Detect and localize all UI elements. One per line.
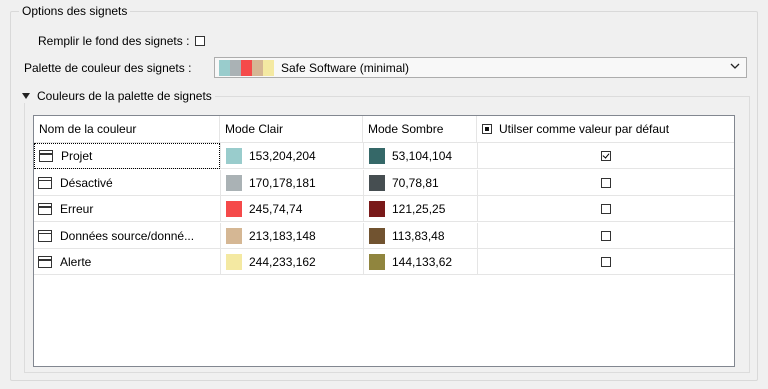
palette-colors-title: Couleurs de la palette de signets (37, 89, 212, 103)
dark-color-value: 121,25,25 (392, 202, 446, 216)
palette-swatch (252, 59, 263, 76)
bookmark-icon (39, 150, 53, 162)
palette-dropdown[interactable]: Safe Software (minimal) (214, 57, 747, 78)
light-color-cell[interactable]: 245,74,74 (220, 196, 363, 222)
default-cell (477, 249, 734, 275)
table-row[interactable]: Données source/donné... 213,183,148 113,83… (34, 222, 734, 249)
bookmark-icon (38, 203, 52, 215)
dark-color-cell[interactable]: 144,133,62 (363, 249, 477, 275)
dark-color-swatch (369, 148, 385, 164)
light-color-cell[interactable]: 153,204,204 (220, 143, 363, 169)
light-color-cell[interactable]: 244,233,162 (220, 249, 363, 275)
light-color-swatch (226, 174, 242, 191)
color-name: Alerte (60, 255, 92, 269)
default-cell (477, 196, 734, 222)
color-name-cell[interactable]: Erreur (34, 196, 220, 222)
light-color-swatch (226, 227, 242, 244)
color-name: Désactivé (60, 175, 113, 190)
color-name: Erreur (60, 202, 94, 216)
dark-color-cell[interactable]: 53,104,104 (363, 143, 477, 169)
light-color-cell[interactable]: 213,183,148 (220, 222, 363, 249)
dark-color-value: 53,104,104 (392, 149, 453, 163)
palette-selected-value: Safe Software (minimal) (281, 60, 410, 75)
color-name-cell[interactable]: Alerte (34, 249, 220, 275)
table-row[interactable]: Erreur 245,74,74 121,25,25 (34, 196, 734, 222)
bookmark-icon (38, 229, 52, 242)
group-title: Options des signets (19, 4, 131, 18)
light-color-cell[interactable]: 170,178,181 (220, 169, 363, 196)
color-name-cell[interactable]: Données source/donné... (34, 223, 220, 249)
table-row[interactable]: Désactivé 170,178,181 70,78,81 (34, 169, 734, 196)
color-name: Projet (61, 149, 93, 163)
column-header-name[interactable]: Nom de la couleur (34, 116, 220, 143)
light-color-swatch (226, 201, 242, 217)
default-checkbox[interactable] (601, 230, 611, 241)
dark-color-cell[interactable]: 70,78,81 (363, 169, 477, 196)
light-color-value: 213,183,148 (249, 228, 316, 243)
default-cell (477, 169, 734, 196)
palette-swatch (241, 59, 252, 76)
default-cell (477, 143, 734, 169)
column-header-light[interactable]: Mode Clair (220, 116, 363, 143)
palette-color-table: Nom de la couleur Mode Clair Mode Sombre… (33, 115, 735, 367)
default-checkbox[interactable] (601, 257, 611, 267)
bookmark-icon (38, 256, 52, 268)
palette-swatch (263, 59, 274, 76)
color-name-cell[interactable]: Désactivé (34, 170, 220, 196)
light-color-value: 170,178,181 (249, 175, 316, 190)
chevron-down-icon[interactable] (730, 61, 740, 71)
table-header: Nom de la couleur Mode Clair Mode Sombre… (34, 116, 734, 143)
dark-color-swatch (369, 254, 385, 270)
table-row[interactable]: Projet 153,204,204 53,104,104 (34, 143, 734, 169)
dark-color-cell[interactable]: 113,83,48 (363, 222, 477, 249)
dark-color-swatch (369, 201, 385, 217)
light-color-value: 244,233,162 (249, 255, 316, 269)
light-color-value: 245,74,74 (249, 202, 303, 216)
default-indicator-icon (482, 124, 492, 134)
expand-triangle-icon[interactable] (22, 93, 30, 99)
default-checkbox[interactable] (601, 177, 611, 188)
table-row[interactable]: Alerte 244,233,162 144,133,62 (34, 249, 734, 275)
column-header-dark[interactable]: Mode Sombre (363, 116, 477, 143)
palette-swatch (219, 59, 230, 76)
fill-background-checkbox[interactable] (195, 36, 206, 46)
palette-label: Palette de couleur des signets : (24, 61, 192, 75)
dark-color-swatch (369, 227, 385, 244)
bookmark-icon (38, 176, 52, 189)
default-cell (477, 222, 734, 249)
dark-color-value: 70,78,81 (392, 175, 439, 190)
palette-swatch (230, 59, 241, 76)
color-name-cell[interactable]: Projet (34, 143, 220, 169)
palette-colors-expander[interactable]: Couleurs de la palette de signets (22, 89, 215, 103)
dark-color-value: 144,133,62 (392, 255, 453, 269)
color-name: Données source/donné... (60, 228, 195, 243)
dark-color-value: 113,83,48 (392, 228, 445, 243)
light-color-value: 153,204,204 (249, 149, 316, 163)
default-checkbox[interactable] (601, 204, 611, 214)
column-header-default[interactable]: Utilser comme valeur par défaut (477, 116, 734, 143)
fill-background-row: Remplir le fond des signets : (38, 34, 206, 48)
dark-color-cell[interactable]: 121,25,25 (363, 196, 477, 222)
light-color-swatch (226, 148, 242, 164)
palette-swatch-strip (219, 59, 274, 76)
fill-background-label: Remplir le fond des signets : (38, 34, 190, 48)
light-color-swatch (226, 254, 242, 270)
default-checkbox[interactable] (601, 151, 611, 161)
dark-color-swatch (369, 174, 385, 191)
